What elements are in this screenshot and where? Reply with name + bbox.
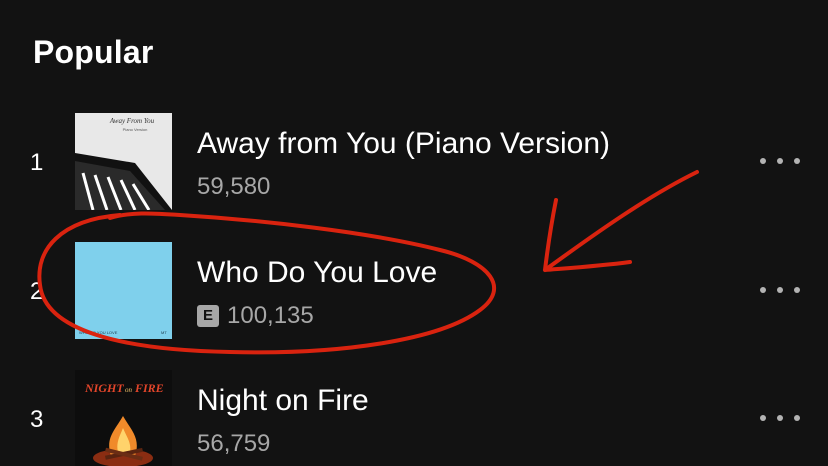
art-text: on xyxy=(125,386,133,394)
more-options-button[interactable] xyxy=(760,278,800,302)
more-horizontal-icon xyxy=(760,158,766,164)
popular-tracks-screen: Popular 1 Away From You Piano Version Aw… xyxy=(0,0,828,466)
track-meta: E 100,135 xyxy=(197,302,314,330)
play-count: 100,135 xyxy=(227,302,314,329)
track-rank: 2 xyxy=(30,278,44,305)
track-row-2[interactable]: 2 WHO DO YOU LOVE MT Who Do You Love E 1… xyxy=(0,242,828,346)
more-options-button[interactable] xyxy=(760,406,800,430)
art-text: Piano Version xyxy=(123,127,148,132)
track-title: Away from You (Piano Version) xyxy=(197,127,611,160)
explicit-badge: E xyxy=(197,305,219,327)
more-horizontal-icon xyxy=(760,415,766,421)
art-text: Away From You xyxy=(109,117,155,125)
track-rank: 3 xyxy=(30,406,44,433)
art-text: NIGHT xyxy=(84,381,124,395)
art-text: WHO DO YOU LOVE xyxy=(79,330,118,335)
track-row-3[interactable]: 3 NIGHT on FIRE Night on Fire 56,759 xyxy=(0,370,828,466)
track-rank: 1 xyxy=(30,149,44,176)
more-horizontal-icon xyxy=(760,287,766,293)
play-count: 56,759 xyxy=(197,430,271,457)
album-art-who-do-you-love: WHO DO YOU LOVE MT xyxy=(75,242,172,339)
more-options-button[interactable] xyxy=(760,149,800,173)
art-text: MT xyxy=(161,330,167,335)
album-art-away-from-you: Away From You Piano Version xyxy=(75,113,172,210)
play-count: 59,580 xyxy=(197,173,271,200)
section-title: Popular xyxy=(33,34,154,70)
track-row-1[interactable]: 1 Away From You Piano Version Away from … xyxy=(0,113,828,217)
track-meta: 56,759 xyxy=(197,430,270,458)
album-art-night-on-fire: NIGHT on FIRE xyxy=(75,370,172,466)
track-title: Who Do You Love xyxy=(197,256,438,289)
track-title: Night on Fire xyxy=(197,384,369,417)
track-meta: 59,580 xyxy=(197,173,270,201)
art-text: FIRE xyxy=(134,381,164,395)
